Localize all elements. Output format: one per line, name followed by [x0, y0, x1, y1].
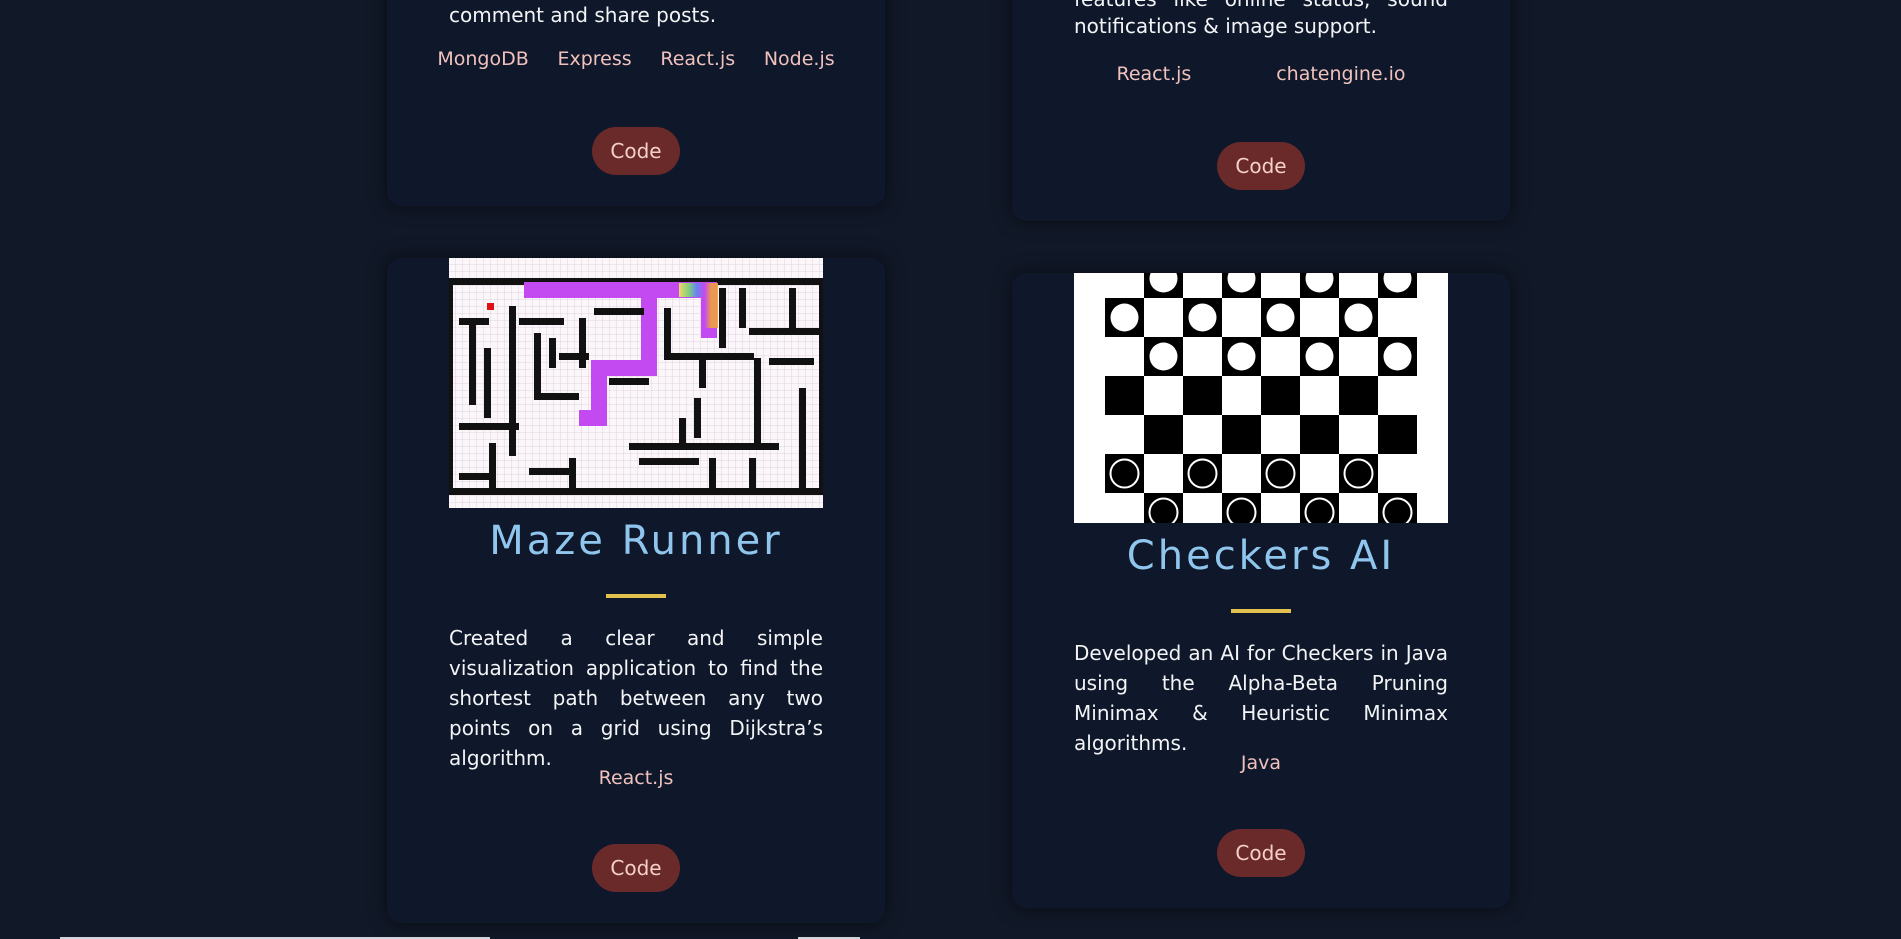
- code-button[interactable]: Code: [1217, 829, 1305, 877]
- checker-piece: [1266, 303, 1295, 332]
- board-square: [1339, 376, 1378, 415]
- tag-express: Express: [557, 48, 632, 70]
- checker-piece: [1305, 342, 1334, 371]
- board-square: [1261, 376, 1300, 415]
- code-button[interactable]: Code: [592, 844, 680, 892]
- project-description: Created a clear and simple visualization…: [449, 626, 823, 770]
- board-square: [1105, 376, 1144, 415]
- tech-tags: MongoDB Express React.js Node.js: [423, 48, 849, 70]
- code-button[interactable]: Code: [592, 127, 680, 175]
- checker-piece: [1304, 497, 1335, 523]
- checker-piece: [1148, 497, 1179, 523]
- tag-reactjs: React.js: [660, 48, 736, 70]
- checker-piece: [1227, 342, 1256, 371]
- title-underline: [606, 594, 666, 598]
- project-card-checkers-ai: Checkers AI Developed an AI for Checkers…: [1012, 273, 1510, 908]
- project-card-social: comment and share posts. MongoDB Express…: [387, 0, 885, 206]
- project-description-line2: notifications & image support.: [1074, 14, 1377, 38]
- checker-piece: [1187, 458, 1218, 489]
- tag-chatengine: chatengine.io: [1276, 63, 1406, 85]
- tag-nodejs: Node.js: [763, 48, 835, 70]
- tag-reactjs: React.js: [1116, 63, 1192, 85]
- board-square: [1378, 415, 1417, 454]
- board-square: [1183, 376, 1222, 415]
- checker-piece: [1226, 497, 1257, 523]
- checker-piece: [1344, 303, 1373, 332]
- maze-image: [449, 258, 823, 508]
- checker-piece: [1188, 303, 1217, 332]
- checker-piece: [1110, 303, 1139, 332]
- project-image: [449, 258, 823, 508]
- checker-piece: [1109, 458, 1140, 489]
- checker-piece: [1149, 342, 1178, 371]
- checker-piece: [1383, 342, 1412, 371]
- tech-tags: React.js: [449, 767, 823, 789]
- board-square: [1144, 415, 1183, 454]
- checkers-image: [1074, 273, 1448, 523]
- project-title: Checkers AI: [1126, 533, 1396, 579]
- project-card-maze-runner: Maze Runner Created a clear and simple v…: [387, 258, 885, 923]
- board-square: [1222, 415, 1261, 454]
- board-square: [1300, 415, 1339, 454]
- checker-piece: [1265, 458, 1296, 489]
- tech-tags: Java: [1074, 752, 1448, 774]
- tag-mongodb: MongoDB: [437, 48, 529, 70]
- card-body: Developed an AI for Checkers in Java usi…: [1074, 638, 1448, 758]
- tag-java: Java: [1240, 752, 1282, 774]
- project-description: Developed an AI for Checkers in Java usi…: [1074, 641, 1448, 755]
- project-image: [1074, 273, 1448, 523]
- checker-piece: [1343, 458, 1374, 489]
- card-body: Created a clear and simple visualization…: [449, 623, 823, 773]
- project-description: comment and share posts.: [449, 3, 717, 27]
- checker-piece: [1382, 497, 1413, 523]
- project-card-chat: features like online status, sound notif…: [1012, 0, 1510, 221]
- project-title: Maze Runner: [489, 518, 783, 564]
- tag-reactjs: React.js: [598, 767, 674, 789]
- tech-tags: React.js chatengine.io: [1074, 63, 1448, 85]
- title-underline: [1231, 609, 1291, 613]
- code-button[interactable]: Code: [1217, 142, 1305, 190]
